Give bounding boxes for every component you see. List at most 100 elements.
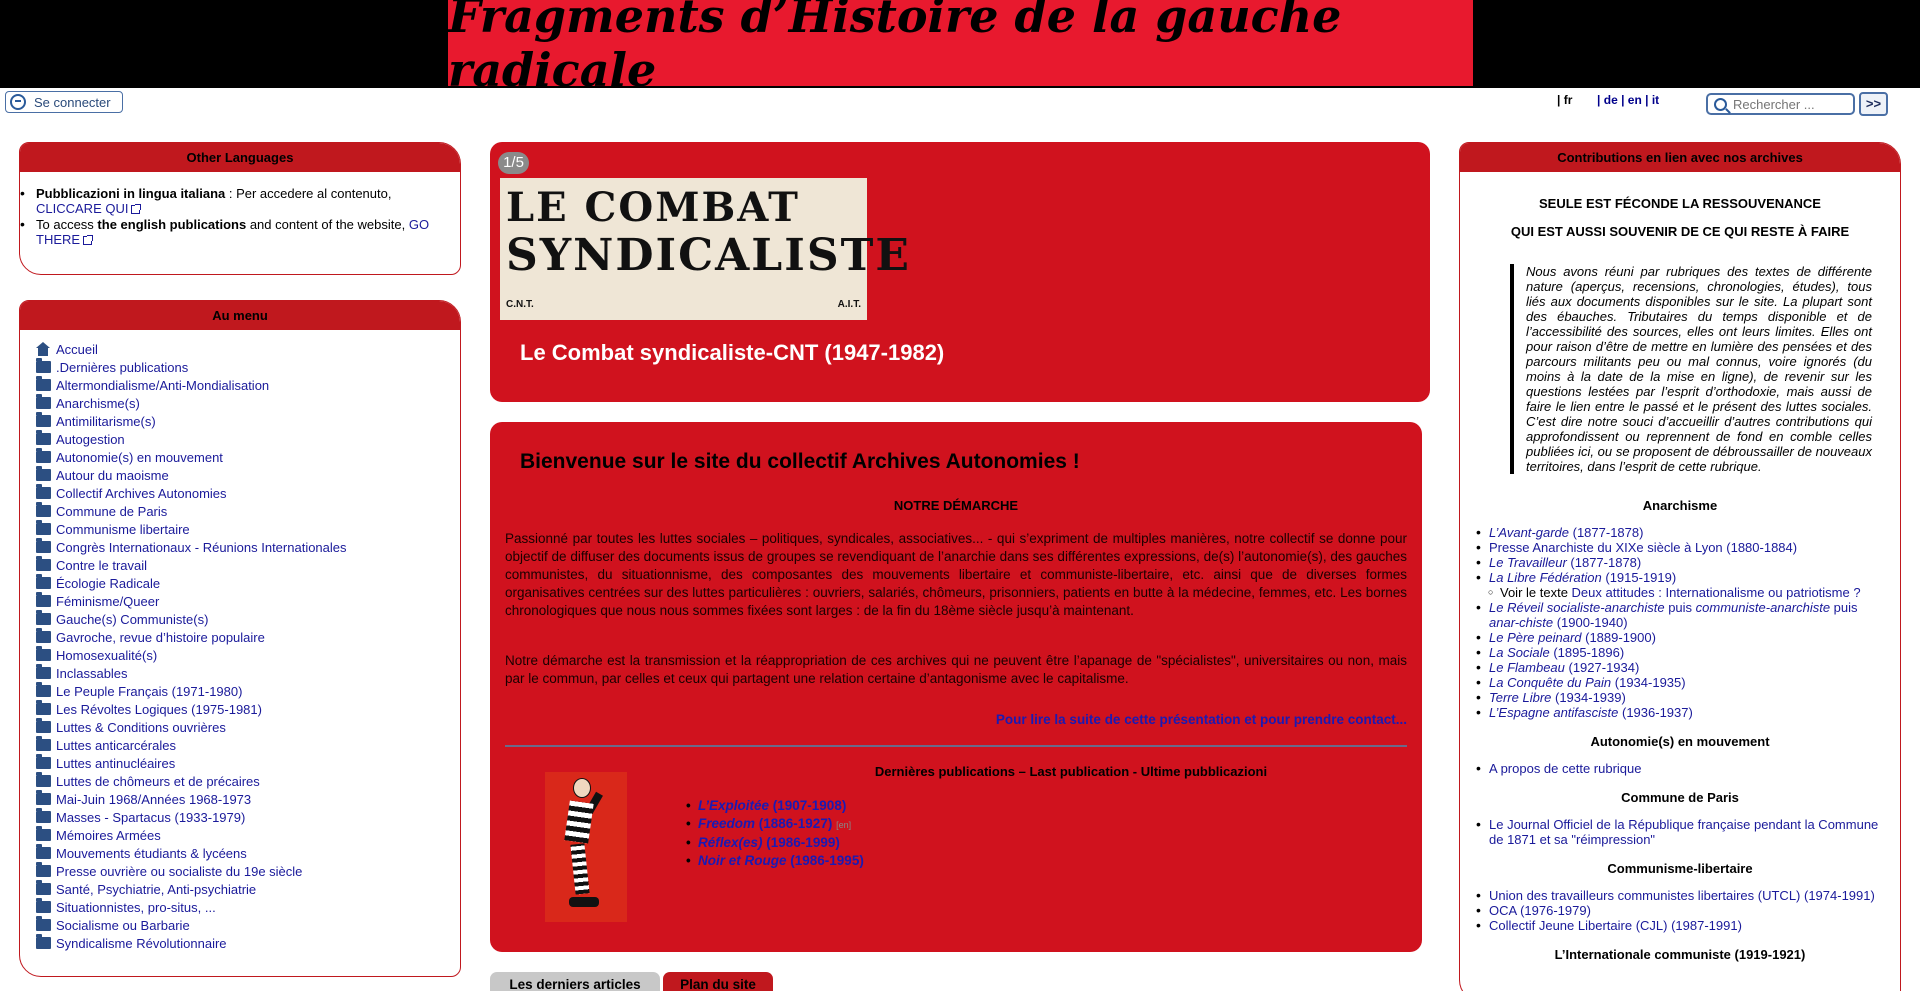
menu-item-link[interactable]: Écologie Radicale	[56, 576, 160, 591]
publication-title[interactable]: L’Exploitée	[698, 798, 769, 813]
publication-title[interactable]: Réflex(es)	[698, 835, 763, 850]
menu-item-link[interactable]: Contre le travail	[56, 558, 147, 573]
menu-item-link[interactable]: Socialisme ou Barbarie	[56, 918, 190, 933]
menu-item[interactable]: Communisme libertaire	[36, 520, 460, 538]
menu-item[interactable]: Altermondialisme/Anti-Mondialisation	[36, 376, 460, 394]
menu-item[interactable]: Contre le travail	[36, 556, 460, 574]
contribution-item[interactable]: Le Travailleur (1877-1878)	[1476, 555, 1886, 570]
menu-item-link[interactable]: Mai-Juin 1968/Années 1968-1973	[56, 792, 251, 807]
menu-item-link[interactable]: Syndicalisme Révolutionnaire	[56, 936, 227, 951]
contribution-item[interactable]: Terre Libre (1934-1939)	[1476, 690, 1886, 705]
menu-item-link[interactable]: Autogestion	[56, 432, 125, 447]
contribution-link[interactable]: La Libre Fédération (1915-1919)	[1489, 570, 1676, 585]
menu-item[interactable]: Antimilitarisme(s)	[36, 412, 460, 430]
contribution-item[interactable]: Le Journal Officiel de la République fra…	[1476, 817, 1886, 847]
menu-item[interactable]: Gauche(s) Communiste(s)	[36, 610, 460, 628]
contribution-link[interactable]: Le Réveil socialiste-anarchiste puis com…	[1489, 600, 1858, 630]
publication-item[interactable]: L’Exploitée (1907-1908)	[686, 797, 864, 815]
menu-item[interactable]: Anarchisme(s)	[36, 394, 460, 412]
menu-item-link[interactable]: Luttes anticarcérales	[56, 738, 176, 753]
contribution-item[interactable]: Presse Anarchiste du XIXe siècle à Lyon …	[1476, 540, 1886, 555]
contribution-item[interactable]: Collectif Jeune Libertaire (CJL) (1987-1…	[1476, 918, 1886, 933]
menu-item-link[interactable]: Luttes de chômeurs et de précaires	[56, 774, 260, 789]
contribution-link[interactable]: OCA (1976-1979)	[1489, 903, 1591, 918]
menu-item-link[interactable]: Accueil	[56, 342, 98, 357]
contribution-item[interactable]: La Libre Fédération (1915-1919)	[1476, 570, 1886, 585]
menu-item-link[interactable]: Commune de Paris	[56, 504, 167, 519]
contribution-link[interactable]: L’Avant-garde (1877-1878)	[1489, 525, 1643, 540]
menu-item[interactable]: .Dernières publications	[36, 358, 460, 376]
menu-item[interactable]: Socialisme ou Barbarie	[36, 916, 460, 934]
menu-item-link[interactable]: Communisme libertaire	[56, 522, 190, 537]
publication-item[interactable]: Freedom (1886-1927) [en]	[686, 815, 864, 834]
menu-item[interactable]: Commune de Paris	[36, 502, 460, 520]
contribution-link[interactable]: La Sociale (1895-1896)	[1489, 645, 1624, 660]
menu-item[interactable]: Mouvements étudiants & lycéens	[36, 844, 460, 862]
menu-item[interactable]: Inclassables	[36, 664, 460, 682]
menu-item[interactable]: Écologie Radicale	[36, 574, 460, 592]
menu-item-link[interactable]: Collectif Archives Autonomies	[56, 486, 227, 501]
publication-years[interactable]: (1986-1999)	[763, 835, 840, 850]
menu-item[interactable]: Féminisme/Queer	[36, 592, 460, 610]
menu-item[interactable]: Luttes anticarcérales	[36, 736, 460, 754]
contribution-item[interactable]: Le Père peinard (1889-1900)	[1476, 630, 1886, 645]
menu-item-link[interactable]: Altermondialisme/Anti-Mondialisation	[56, 378, 269, 393]
menu-item[interactable]: Santé, Psychiatrie, Anti-psychiatrie	[36, 880, 460, 898]
contribution-item[interactable]: L’Avant-garde (1877-1878)	[1476, 525, 1886, 540]
search-submit-button[interactable]: >>	[1859, 92, 1888, 116]
menu-item[interactable]: Autour du maoisme	[36, 466, 460, 484]
contribution-item[interactable]: La Sociale (1895-1896)	[1476, 645, 1886, 660]
sub-link[interactable]: Deux attitudes : Internationalisme ou pa…	[1572, 585, 1861, 600]
menu-item[interactable]: Mémoires Armées	[36, 826, 460, 844]
menu-item-link[interactable]: Autour du maoisme	[56, 468, 169, 483]
menu-item-link[interactable]: Gauche(s) Communiste(s)	[56, 612, 208, 627]
contribution-item[interactable]: Le Réveil socialiste-anarchiste puis com…	[1476, 600, 1886, 630]
menu-item[interactable]: Mai-Juin 1968/Années 1968-1973	[36, 790, 460, 808]
contribution-item[interactable]: OCA (1976-1979)	[1476, 903, 1886, 918]
menu-item-link[interactable]: Luttes antinucléaires	[56, 756, 175, 771]
contribution-link[interactable]: Collectif Jeune Libertaire (CJL) (1987-1…	[1489, 918, 1742, 933]
menu-item-link[interactable]: Mouvements étudiants & lycéens	[56, 846, 247, 861]
slideshow[interactable]: 1/5 LE COMBAT SYNDICALISTE C.N.T. A.I.T.…	[490, 142, 1430, 402]
menu-item[interactable]: Collectif Archives Autonomies	[36, 484, 460, 502]
menu-item-link[interactable]: Féminisme/Queer	[56, 594, 159, 609]
menu-item-link[interactable]: Mémoires Armées	[56, 828, 161, 843]
menu-item[interactable]: Presse ouvrière ou socialiste du 19e siè…	[36, 862, 460, 880]
italian-link[interactable]: CLICCARE QUI	[36, 201, 142, 216]
publication-item[interactable]: Réflex(es) (1986-1999)	[686, 834, 864, 852]
publication-title[interactable]: Noir et Rouge	[698, 853, 787, 868]
menu-item-link[interactable]: Masses - Spartacus (1933-1979)	[56, 810, 245, 825]
menu-item-link[interactable]: Antimilitarisme(s)	[56, 414, 156, 429]
menu-item[interactable]: Luttes de chômeurs et de précaires	[36, 772, 460, 790]
login-button[interactable]: Se connecter	[5, 91, 123, 113]
contribution-link[interactable]: Le Père peinard (1889-1900)	[1489, 630, 1656, 645]
slide-image[interactable]: LE COMBAT SYNDICALISTE C.N.T. A.I.T.	[500, 178, 909, 320]
publication-years[interactable]: (1886-1927)	[755, 816, 833, 831]
menu-item-link[interactable]: Autonomie(s) en mouvement	[56, 450, 223, 465]
menu-item[interactable]: Homosexualité(s)	[36, 646, 460, 664]
menu-item[interactable]: Situationnistes, pro-situs, ...	[36, 898, 460, 916]
publication-title[interactable]: Freedom	[698, 816, 755, 831]
menu-item[interactable]: Luttes antinucléaires	[36, 754, 460, 772]
menu-item[interactable]: Autogestion	[36, 430, 460, 448]
site-banner[interactable]: Fragments d’Histoire de la gauche radica…	[448, 0, 1473, 97]
contribution-item[interactable]: Le Flambeau (1927-1934)	[1476, 660, 1886, 675]
menu-item-link[interactable]: Situationnistes, pro-situs, ...	[56, 900, 216, 915]
contribution-link[interactable]: L’Espagne antifasciste (1936-1937)	[1489, 705, 1693, 720]
menu-item[interactable]: Congrès Internationaux - Réunions Intern…	[36, 538, 460, 556]
contribution-item[interactable]: A propos de cette rubrique	[1476, 761, 1886, 776]
lang-en[interactable]: | en	[1621, 93, 1642, 107]
menu-item[interactable]: Gavroche, revue d’histoire populaire	[36, 628, 460, 646]
contribution-item[interactable]: L’Espagne antifasciste (1936-1937)	[1476, 705, 1886, 720]
contribution-link[interactable]: Le Travailleur (1877-1878)	[1489, 555, 1641, 570]
contribution-link[interactable]: Le Flambeau (1927-1934)	[1489, 660, 1639, 675]
menu-item-link[interactable]: Santé, Psychiatrie, Anti-psychiatrie	[56, 882, 256, 897]
contribution-link[interactable]: Presse Anarchiste du XIXe siècle à Lyon …	[1489, 540, 1797, 555]
menu-item-link[interactable]: Inclassables	[56, 666, 128, 681]
contribution-link[interactable]: La Conquête du Pain (1934-1935)	[1489, 675, 1686, 690]
menu-item-link[interactable]: Les Révoltes Logiques (1975-1981)	[56, 702, 262, 717]
contribution-item[interactable]: La Conquête du Pain (1934-1935)	[1476, 675, 1886, 690]
menu-item[interactable]: Accueil	[36, 340, 460, 358]
menu-item[interactable]: Masses - Spartacus (1933-1979)	[36, 808, 460, 826]
lang-de[interactable]: | de	[1597, 93, 1618, 107]
